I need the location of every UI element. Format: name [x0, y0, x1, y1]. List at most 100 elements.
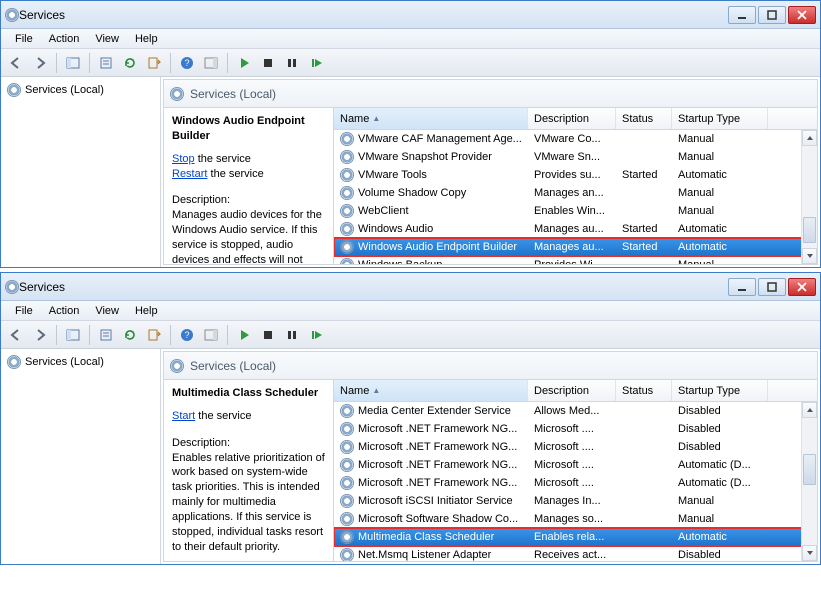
- start-service-button[interactable]: [233, 324, 255, 346]
- col-name[interactable]: Name▲: [334, 108, 528, 129]
- service-row[interactable]: Microsoft .NET Framework NG...Microsoft …: [334, 474, 817, 492]
- export-button[interactable]: [143, 52, 165, 74]
- scroll-track[interactable]: [802, 418, 817, 545]
- stop-service-button[interactable]: [257, 324, 279, 346]
- link-start[interactable]: Start: [172, 410, 195, 422]
- maximize-button[interactable]: [758, 278, 786, 296]
- gear-icon: [340, 132, 354, 146]
- help-button[interactable]: ?: [176, 52, 198, 74]
- menubar: FileActionViewHelp: [1, 301, 820, 321]
- service-row[interactable]: Net.Msmq Listener AdapterReceives act...…: [334, 546, 817, 561]
- action-pane-button[interactable]: [200, 324, 222, 346]
- col-status[interactable]: Status: [616, 380, 672, 401]
- service-row[interactable]: Windows Audio Endpoint BuilderManages au…: [334, 238, 817, 256]
- service-name: Multimedia Class Scheduler: [358, 531, 494, 543]
- menu-file[interactable]: File: [7, 303, 41, 319]
- col-description[interactable]: Description: [528, 380, 616, 401]
- stop-service-button[interactable]: [257, 52, 279, 74]
- service-row[interactable]: WebClientEnables Win...Manual: [334, 202, 817, 220]
- scroll-thumb[interactable]: [803, 217, 816, 243]
- tree-item-services-local[interactable]: Services (Local): [5, 353, 156, 371]
- scroll-down-button[interactable]: [802, 248, 817, 264]
- link-restart[interactable]: Restart: [172, 168, 207, 180]
- sort-asc-icon: ▲: [372, 114, 380, 123]
- properties-button[interactable]: [95, 52, 117, 74]
- refresh-button[interactable]: [119, 324, 141, 346]
- service-row[interactable]: Windows AudioManages au...StartedAutomat…: [334, 220, 817, 238]
- link-stop[interactable]: Stop: [172, 153, 195, 165]
- forward-button[interactable]: [29, 52, 51, 74]
- back-button[interactable]: [5, 324, 27, 346]
- menu-action[interactable]: Action: [41, 31, 88, 47]
- service-row[interactable]: Microsoft .NET Framework NG...Microsoft …: [334, 456, 817, 474]
- menu-view[interactable]: View: [87, 31, 127, 47]
- scroll-up-button[interactable]: [802, 402, 817, 418]
- restart-service-button[interactable]: [305, 52, 327, 74]
- description-label: Description:: [172, 193, 325, 208]
- maximize-button[interactable]: [758, 6, 786, 24]
- gear-icon: [340, 404, 354, 418]
- close-button[interactable]: [788, 278, 816, 296]
- gear-icon: [340, 168, 354, 182]
- minimize-button[interactable]: [728, 278, 756, 296]
- service-list: Name▲ Description Status Startup Type VM…: [334, 108, 817, 264]
- close-button[interactable]: [788, 6, 816, 24]
- service-startup: Disabled: [672, 423, 768, 435]
- service-name: Windows Audio Endpoint Builder: [358, 241, 517, 253]
- menu-help[interactable]: Help: [127, 303, 166, 319]
- service-row[interactable]: Media Center Extender ServiceAllows Med.…: [334, 402, 817, 420]
- service-description: Receives act...: [528, 549, 616, 561]
- show-hide-tree-button[interactable]: [62, 324, 84, 346]
- pause-service-button[interactable]: [281, 52, 303, 74]
- scroll-up-button[interactable]: [802, 130, 817, 146]
- gear-icon: [340, 512, 354, 526]
- properties-button[interactable]: [95, 324, 117, 346]
- col-startup[interactable]: Startup Type: [672, 380, 768, 401]
- refresh-button[interactable]: [119, 52, 141, 74]
- menu-help[interactable]: Help: [127, 31, 166, 47]
- menu-action[interactable]: Action: [41, 303, 88, 319]
- col-startup[interactable]: Startup Type: [672, 108, 768, 129]
- action-pane-button[interactable]: [200, 52, 222, 74]
- back-button[interactable]: [5, 52, 27, 74]
- service-row[interactable]: Microsoft .NET Framework NG...Microsoft …: [334, 438, 817, 456]
- svg-text:?: ?: [184, 58, 189, 68]
- scroll-thumb[interactable]: [803, 454, 816, 486]
- service-startup: Manual: [672, 187, 768, 199]
- help-button[interactable]: ?: [176, 324, 198, 346]
- service-row[interactable]: Windows BackupProvides Wi...Manual: [334, 256, 817, 264]
- service-row[interactable]: Microsoft iSCSI Initiator ServiceManages…: [334, 492, 817, 510]
- gear-icon: [340, 204, 354, 218]
- service-row[interactable]: VMware Snapshot ProviderVMware Sn...Manu…: [334, 148, 817, 166]
- service-startup: Disabled: [672, 549, 768, 561]
- service-row[interactable]: Volume Shadow CopyManages an...Manual: [334, 184, 817, 202]
- minimize-button[interactable]: [728, 6, 756, 24]
- scrollbar-vertical[interactable]: [801, 402, 817, 561]
- scroll-down-button[interactable]: [802, 545, 817, 561]
- export-button[interactable]: [143, 324, 165, 346]
- start-service-button[interactable]: [233, 52, 255, 74]
- service-row[interactable]: VMware CAF Management Age...VMware Co...…: [334, 130, 817, 148]
- tree-label: Services (Local): [25, 84, 104, 96]
- show-hide-tree-button[interactable]: [62, 52, 84, 74]
- service-row[interactable]: Multimedia Class Scheduler Enables rela..…: [334, 528, 817, 546]
- menu-view[interactable]: View: [87, 303, 127, 319]
- tree-item-services-local[interactable]: Services (Local): [5, 81, 156, 99]
- restart-service-button[interactable]: [305, 324, 327, 346]
- menu-file[interactable]: File: [7, 31, 41, 47]
- service-row[interactable]: VMware ToolsProvides su...StartedAutomat…: [334, 166, 817, 184]
- service-row[interactable]: Microsoft Software Shadow Co...Manages s…: [334, 510, 817, 528]
- col-status[interactable]: Status: [616, 108, 672, 129]
- col-description[interactable]: Description: [528, 108, 616, 129]
- svg-text:?: ?: [184, 330, 189, 340]
- service-row[interactable]: Microsoft .NET Framework NG...Microsoft …: [334, 420, 817, 438]
- titlebar[interactable]: Services: [1, 1, 820, 29]
- titlebar[interactable]: Services: [1, 273, 820, 301]
- service-description: Enables rela...: [528, 531, 616, 543]
- pause-service-button[interactable]: [281, 324, 303, 346]
- forward-button[interactable]: [29, 324, 51, 346]
- service-name: Microsoft .NET Framework NG...: [358, 477, 517, 489]
- scrollbar-vertical[interactable]: [801, 130, 817, 264]
- scroll-track[interactable]: [802, 146, 817, 248]
- col-name[interactable]: Name▲: [334, 380, 528, 401]
